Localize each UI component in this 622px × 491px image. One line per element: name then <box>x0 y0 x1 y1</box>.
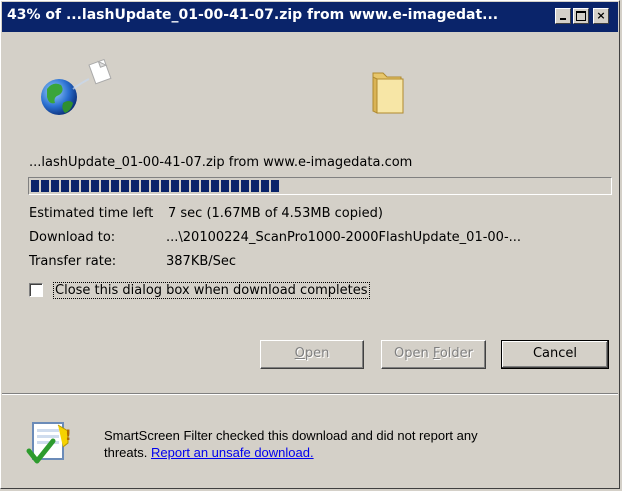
close-when-done-label[interactable]: Close this dialog box when download comp… <box>53 282 370 299</box>
download-dialog: 43% of ...lashUpdate_01-00-41-07.zip fro… <box>0 0 620 489</box>
shield-check-icon: ! <box>26 422 71 464</box>
cancel-button[interactable]: Cancel <box>501 340 609 369</box>
smartscreen-line-2: threats. Report an unsafe download. <box>104 444 574 461</box>
smartscreen-line-1: SmartScreen Filter checked this download… <box>104 428 478 443</box>
file-source-label: ...lashUpdate_01-00-41-07.zip from www.e… <box>29 155 413 170</box>
open-folder-button[interactable]: Open Folder <box>381 340 486 369</box>
smartscreen-line-2-prefix: threats. <box>104 445 148 460</box>
download-to-label: Download to: <box>29 230 116 245</box>
transfer-rate-value: 387KB/Sec <box>166 254 237 269</box>
minimize-button[interactable] <box>555 8 571 24</box>
report-unsafe-download-link[interactable]: Report an unsafe download. <box>151 445 314 460</box>
progress-fill <box>31 180 280 192</box>
window-title: 43% of ...lashUpdate_01-00-41-07.zip fro… <box>7 7 499 23</box>
estimated-time-value: 7 sec (1.67MB of 4.53MB copied) <box>168 206 383 221</box>
download-progress-bar <box>28 177 612 195</box>
globe-icon <box>41 59 112 115</box>
open-button[interactable]: Open <box>260 340 364 369</box>
title-bar[interactable]: 43% of ...lashUpdate_01-00-41-07.zip fro… <box>2 2 618 32</box>
maximize-button[interactable] <box>573 8 589 24</box>
estimated-time-label: Estimated time left <box>29 206 154 221</box>
folder-icon <box>372 72 404 114</box>
smartscreen-message: SmartScreen Filter checked this download… <box>104 427 574 461</box>
close-button[interactable]: × <box>593 8 609 24</box>
download-to-value: ...\20100224_ScanPro1000-2000FlashUpdate… <box>166 230 522 245</box>
close-when-done-checkbox[interactable] <box>29 283 43 297</box>
transfer-rate-label: Transfer rate: <box>29 254 117 269</box>
close-icon: × <box>596 9 606 22</box>
svg-text:!: ! <box>65 428 71 444</box>
